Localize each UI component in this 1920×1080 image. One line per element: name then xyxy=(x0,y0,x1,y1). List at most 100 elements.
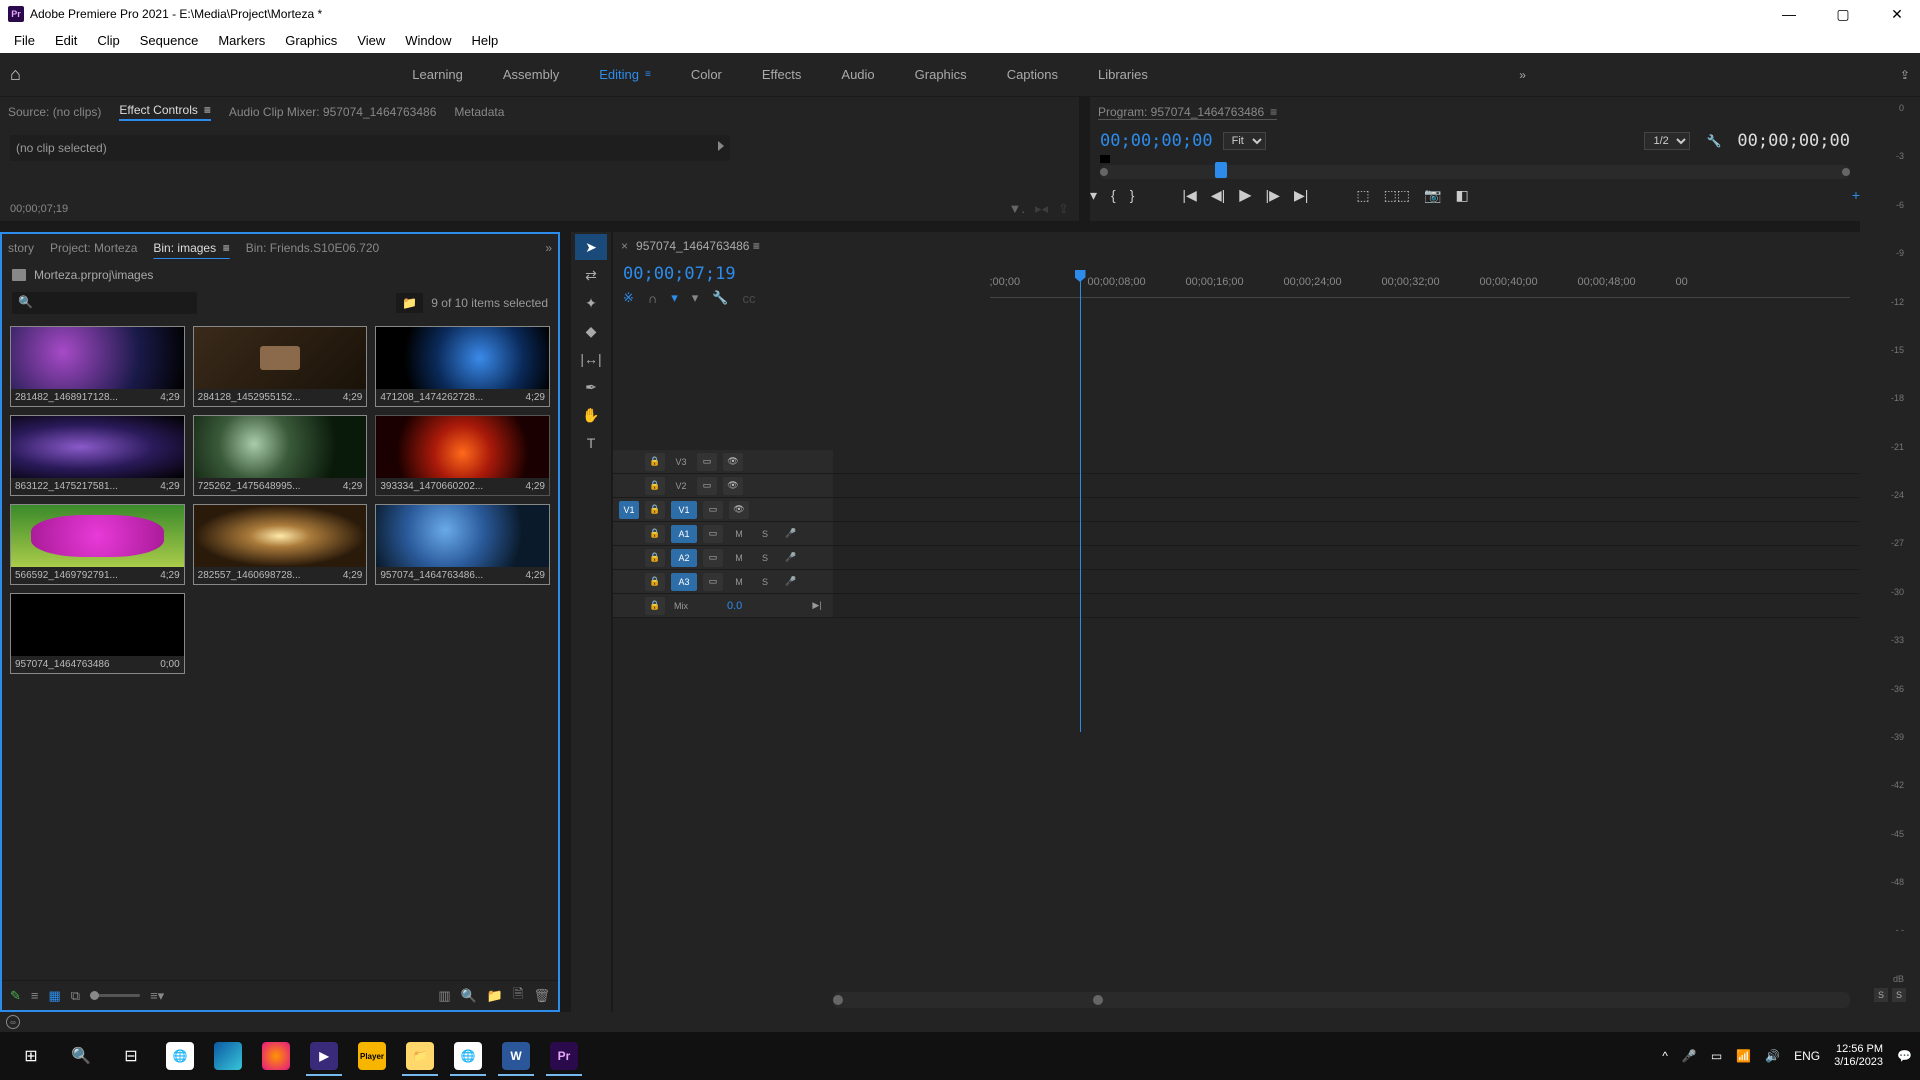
maximize-button[interactable]: ▢ xyxy=(1828,6,1858,23)
tab-project[interactable]: Project: Morteza xyxy=(50,241,137,255)
clip-thumbnail[interactable]: 957074_14647634860;00 xyxy=(10,593,185,674)
mute-button[interactable]: M xyxy=(729,525,749,543)
selection-tool[interactable]: ➤ xyxy=(575,234,607,260)
tab-audio-mixer[interactable]: Audio Clip Mixer: 957074_1464763486 xyxy=(229,105,437,119)
workspace-overflow-icon[interactable]: » xyxy=(1519,68,1526,82)
ws-libraries[interactable]: Libraries xyxy=(1098,67,1148,82)
snap-icon[interactable]: ※ xyxy=(623,290,634,306)
comparison-icon[interactable]: ◧ xyxy=(1455,187,1468,204)
expand-icon[interactable] xyxy=(718,141,724,151)
solo-button[interactable]: S xyxy=(755,573,775,591)
voice-over-icon[interactable]: 🎤 xyxy=(781,549,801,567)
taskbar-word[interactable]: W xyxy=(494,1036,538,1076)
zoom-select[interactable]: Fit xyxy=(1223,132,1266,150)
automate-icon[interactable]: ▥ xyxy=(438,988,450,1004)
step-forward-icon[interactable]: |▶ xyxy=(1266,187,1280,204)
ws-graphics[interactable]: Graphics xyxy=(915,67,967,82)
menu-help[interactable]: Help xyxy=(464,31,507,50)
sort-icon[interactable]: ≡▾ xyxy=(150,988,164,1004)
hand-tool[interactable]: ✋ xyxy=(575,402,607,428)
type-tool[interactable]: T xyxy=(575,430,607,456)
search-input[interactable] xyxy=(12,292,197,314)
sequence-tab[interactable]: 957074_1464763486 ≡ xyxy=(636,239,760,253)
close-button[interactable]: ✕ xyxy=(1882,6,1912,23)
ws-captions[interactable]: Captions xyxy=(1007,67,1058,82)
lock-icon[interactable]: 🔒 xyxy=(645,549,665,567)
tray-chevron-icon[interactable]: ^ xyxy=(1662,1049,1668,1063)
track-label[interactable]: V2 xyxy=(671,477,691,495)
program-timecode[interactable]: 00;00;00;00 xyxy=(1100,131,1213,151)
menu-sequence[interactable]: Sequence xyxy=(132,31,207,50)
menu-edit[interactable]: Edit xyxy=(47,31,85,50)
bin-icon[interactable] xyxy=(12,269,26,281)
clip-thumbnail[interactable]: 393334_1470660202...4;29 xyxy=(375,415,550,496)
tab-history[interactable]: story xyxy=(8,241,34,255)
voice-over-icon[interactable]: 🎤 xyxy=(781,525,801,543)
new-bin-icon[interactable]: 📁 xyxy=(487,988,503,1004)
clip-thumbnail[interactable]: 725262_1475648995...4;29 xyxy=(193,415,368,496)
marker-icon[interactable]: ▾ xyxy=(671,290,678,306)
playhead[interactable] xyxy=(1080,272,1081,732)
scrub-end-icon[interactable] xyxy=(1842,168,1850,176)
tray-language[interactable]: ENG xyxy=(1794,1049,1820,1063)
linked-selection-icon[interactable]: ∩ xyxy=(648,291,657,306)
menu-view[interactable]: View xyxy=(349,31,393,50)
lock-icon[interactable]: 🔒 xyxy=(645,525,665,543)
sync-lock-icon[interactable]: ▭ xyxy=(697,453,717,471)
taskbar-firefox[interactable] xyxy=(254,1036,298,1076)
export-frame-icon[interactable]: 📷 xyxy=(1424,187,1441,204)
tab-effect-controls[interactable]: Effect Controls ≡ xyxy=(119,103,211,121)
timeline-hscroll[interactable] xyxy=(833,992,1850,1008)
cc-status-icon[interactable]: ∞ xyxy=(6,1015,20,1029)
ws-menu-icon[interactable]: ≡ xyxy=(645,69,651,80)
play-icon[interactable]: ▶ xyxy=(1239,185,1251,205)
voice-over-icon[interactable]: 🎤 xyxy=(781,573,801,591)
track-label[interactable]: V3 xyxy=(671,453,691,471)
taskbar-premiere[interactable]: Pr xyxy=(542,1036,586,1076)
tray-notifications-icon[interactable]: 💬 xyxy=(1897,1049,1912,1063)
tray-mic-icon[interactable]: 🎤 xyxy=(1682,1049,1697,1063)
task-view-button[interactable]: ⊟ xyxy=(108,1036,154,1076)
clip-thumbnail[interactable]: 566592_1469792791...4;29 xyxy=(10,504,185,585)
tab-source[interactable]: Source: (no clips) xyxy=(8,105,101,119)
filter-icon[interactable]: ▼. xyxy=(1009,201,1025,217)
scrub-handle[interactable] xyxy=(1215,162,1227,178)
toggle-output-icon[interactable]: 👁 xyxy=(723,453,743,471)
taskbar-explorer[interactable]: 📁 xyxy=(398,1036,442,1076)
taskbar-chrome2[interactable]: 🌐 xyxy=(446,1036,490,1076)
track-label[interactable]: A3 xyxy=(671,573,697,591)
taskbar-player[interactable]: Player xyxy=(350,1036,394,1076)
menu-graphics[interactable]: Graphics xyxy=(277,31,345,50)
pen-tool[interactable]: ✒ xyxy=(575,374,607,400)
timeline-ruler[interactable]: ;00;0000;00;08;0000;00;16;0000;00;24;000… xyxy=(990,272,1851,298)
resolution-select[interactable]: 1/2 xyxy=(1644,132,1690,150)
step-back-icon[interactable]: ◀| xyxy=(1211,187,1225,204)
add-marker-icon[interactable]: ▾ xyxy=(1090,187,1097,204)
solo-button[interactable]: S xyxy=(755,549,775,567)
toggle-output-icon[interactable]: 👁 xyxy=(723,477,743,495)
writable-icon[interactable]: ✎ xyxy=(10,988,21,1004)
close-sequence-icon[interactable]: × xyxy=(621,239,628,253)
taskbar-chrome[interactable]: 🌐 xyxy=(158,1036,202,1076)
settings-icon[interactable]: 🔧 xyxy=(1706,134,1721,148)
ws-learning[interactable]: Learning xyxy=(412,67,463,82)
sync-lock-icon[interactable]: ▭ xyxy=(703,549,723,567)
home-icon[interactable]: ⌂ xyxy=(10,64,21,85)
find-icon[interactable]: 🔍 xyxy=(461,988,477,1004)
menu-clip[interactable]: Clip xyxy=(89,31,127,50)
menu-window[interactable]: Window xyxy=(397,31,459,50)
button-editor-icon[interactable]: + xyxy=(1852,187,1860,203)
tab-metadata[interactable]: Metadata xyxy=(454,105,504,119)
lift-icon[interactable]: ⬚ xyxy=(1356,187,1369,204)
sync-lock-icon[interactable]: ▭ xyxy=(697,477,717,495)
extract-icon[interactable]: ⬚⬚ xyxy=(1384,187,1410,204)
lock-icon[interactable]: 🔒 xyxy=(645,501,665,519)
mark-out-icon[interactable]: } xyxy=(1130,187,1135,203)
slip-tool[interactable]: |↔| xyxy=(575,346,607,372)
ws-assembly[interactable]: Assembly xyxy=(503,67,559,82)
tray-battery-icon[interactable]: ▭ xyxy=(1711,1049,1722,1063)
mix-out-icon[interactable]: ▶| xyxy=(807,597,827,615)
clip-thumbnail[interactable]: 863122_1475217581...4;29 xyxy=(10,415,185,496)
timeline-timecode[interactable]: 00;00;07;19 xyxy=(623,264,756,284)
clip-thumbnail[interactable]: 281482_1468917128...4;29 xyxy=(10,326,185,407)
